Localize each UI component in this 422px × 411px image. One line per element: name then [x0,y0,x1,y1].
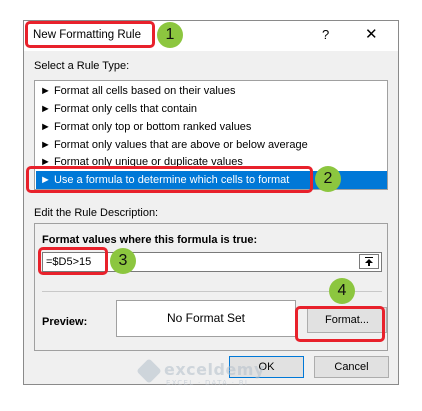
step-badge-3: 3 [110,248,136,274]
select-rule-type-label: Select a Rule Type: [34,60,130,72]
formula-rule-highlight-box [26,166,313,193]
collapse-dialog-button[interactable] [359,254,379,269]
format-button-highlight-box [295,306,385,342]
step-badge-2: 2 [315,166,341,192]
preview-label: Preview: [42,316,88,328]
rule-type-item[interactable]: ► Format only cells that contain [40,100,197,118]
collapse-arrow-icon [365,257,373,266]
formula-input-highlight-box [38,247,108,275]
watermark-tagline: EXCEL · DATA · BI [166,379,249,387]
watermark-name: exceldemy [164,360,265,379]
step-badge-1: 1 [157,22,183,48]
exceldemy-logo-icon [136,358,162,384]
step-badge-4: 4 [329,278,355,304]
rule-type-item[interactable]: ► Format all cells based on their values [40,82,236,100]
watermark: exceldemy EXCEL · DATA · BI [136,358,265,387]
edit-rule-description-label: Edit the Rule Description: [34,207,159,219]
rule-type-item[interactable]: ► Format only top or bottom ranked value… [40,118,251,136]
close-button[interactable]: ✕ [365,25,378,43]
rule-type-item[interactable]: ► Format only values that are above or b… [40,136,308,154]
preview-box: No Format Set [116,300,296,337]
help-button[interactable]: ? [322,27,329,42]
cancel-button[interactable]: Cancel [314,356,389,378]
formula-label: Format values where this formula is true… [42,234,258,246]
title-highlight-box [25,21,155,48]
